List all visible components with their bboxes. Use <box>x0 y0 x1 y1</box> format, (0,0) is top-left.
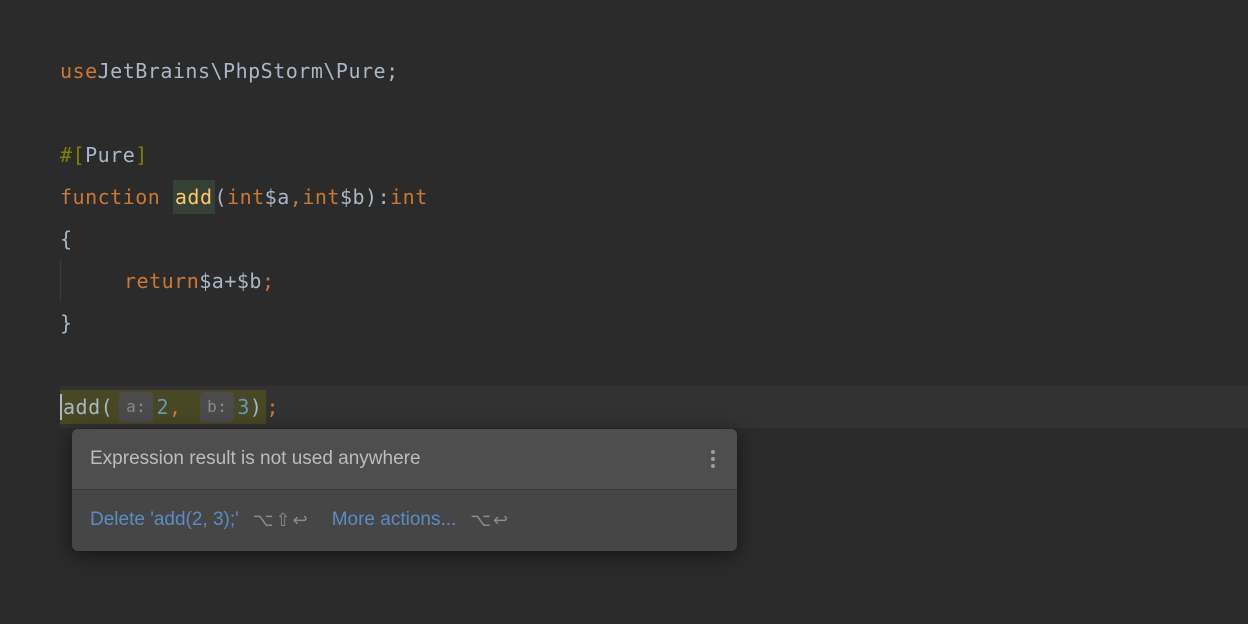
quickfix-delete-link[interactable]: Delete 'add(2, 3);' <box>90 504 239 536</box>
paren-close: ) <box>250 390 263 424</box>
attribute-name: Pure <box>85 138 135 172</box>
code-line[interactable]: function add(int $a, int $b): int <box>60 176 1248 218</box>
code-line[interactable]: use JetBrains\PhpStorm\Pure; <box>60 50 1248 92</box>
inspection-popup: Expression result is not used anywhere D… <box>72 429 737 551</box>
semicolon: ; <box>262 264 275 298</box>
type-int: int <box>227 180 265 214</box>
param-hint-b: b: <box>200 392 234 421</box>
indent-guide <box>60 260 124 302</box>
semicolon: ; <box>386 54 399 88</box>
paren-open: ( <box>215 180 228 214</box>
comma: , <box>290 180 303 214</box>
text-caret <box>60 394 62 420</box>
attribute-open: #[ <box>60 138 85 172</box>
keyword-function: function <box>60 180 160 214</box>
param-b: $b <box>340 180 365 214</box>
code-line[interactable]: #[Pure] <box>60 134 1248 176</box>
quickfix-shortcut: ⌥⇧↩ <box>253 505 310 536</box>
var-a: $a <box>199 264 224 298</box>
param-a: $a <box>265 180 290 214</box>
colon: : <box>378 180 391 214</box>
operator-plus: + <box>224 264 237 298</box>
brace-open: { <box>60 222 73 256</box>
more-options-icon[interactable] <box>707 446 719 472</box>
comma: , <box>169 390 182 424</box>
paren-close: ) <box>365 180 378 214</box>
code-editor[interactable]: use JetBrains\PhpStorm\Pure; #[Pure] fun… <box>0 0 1248 428</box>
call-name: add <box>63 390 101 424</box>
blank-line[interactable] <box>60 92 1248 134</box>
semicolon: ; <box>266 390 279 424</box>
blank-line[interactable] <box>60 344 1248 386</box>
more-actions-shortcut: ⌥↩ <box>470 505 510 536</box>
arg-1: 2 <box>156 390 169 424</box>
brace-close: } <box>60 306 73 340</box>
call-expression-highlight: add(a:2, b:3) <box>60 390 266 424</box>
code-line[interactable]: } <box>60 302 1248 344</box>
paren-open: ( <box>101 390 114 424</box>
function-name: add <box>173 180 215 214</box>
inspection-message: Expression result is not used anywhere <box>90 443 421 475</box>
type-int: int <box>302 180 340 214</box>
var-b: $b <box>237 264 262 298</box>
param-hint-a: a: <box>119 392 153 421</box>
return-type: int <box>390 180 428 214</box>
code-line[interactable]: return $a + $b; <box>60 260 1248 302</box>
code-line[interactable]: { <box>60 218 1248 260</box>
inspection-actions-row: Delete 'add(2, 3);' ⌥⇧↩ More actions... … <box>72 490 737 550</box>
inspection-header: Expression result is not used anywhere <box>72 429 737 490</box>
code-line-current[interactable]: add(a:2, b:3) ; <box>60 386 1248 428</box>
arg-2: 3 <box>237 390 250 424</box>
keyword-use: use <box>60 54 98 88</box>
more-actions-link[interactable]: More actions... <box>332 504 457 536</box>
namespace-path: JetBrains\PhpStorm\Pure <box>98 54 386 88</box>
attribute-close: ] <box>135 138 148 172</box>
keyword-return: return <box>124 264 199 298</box>
